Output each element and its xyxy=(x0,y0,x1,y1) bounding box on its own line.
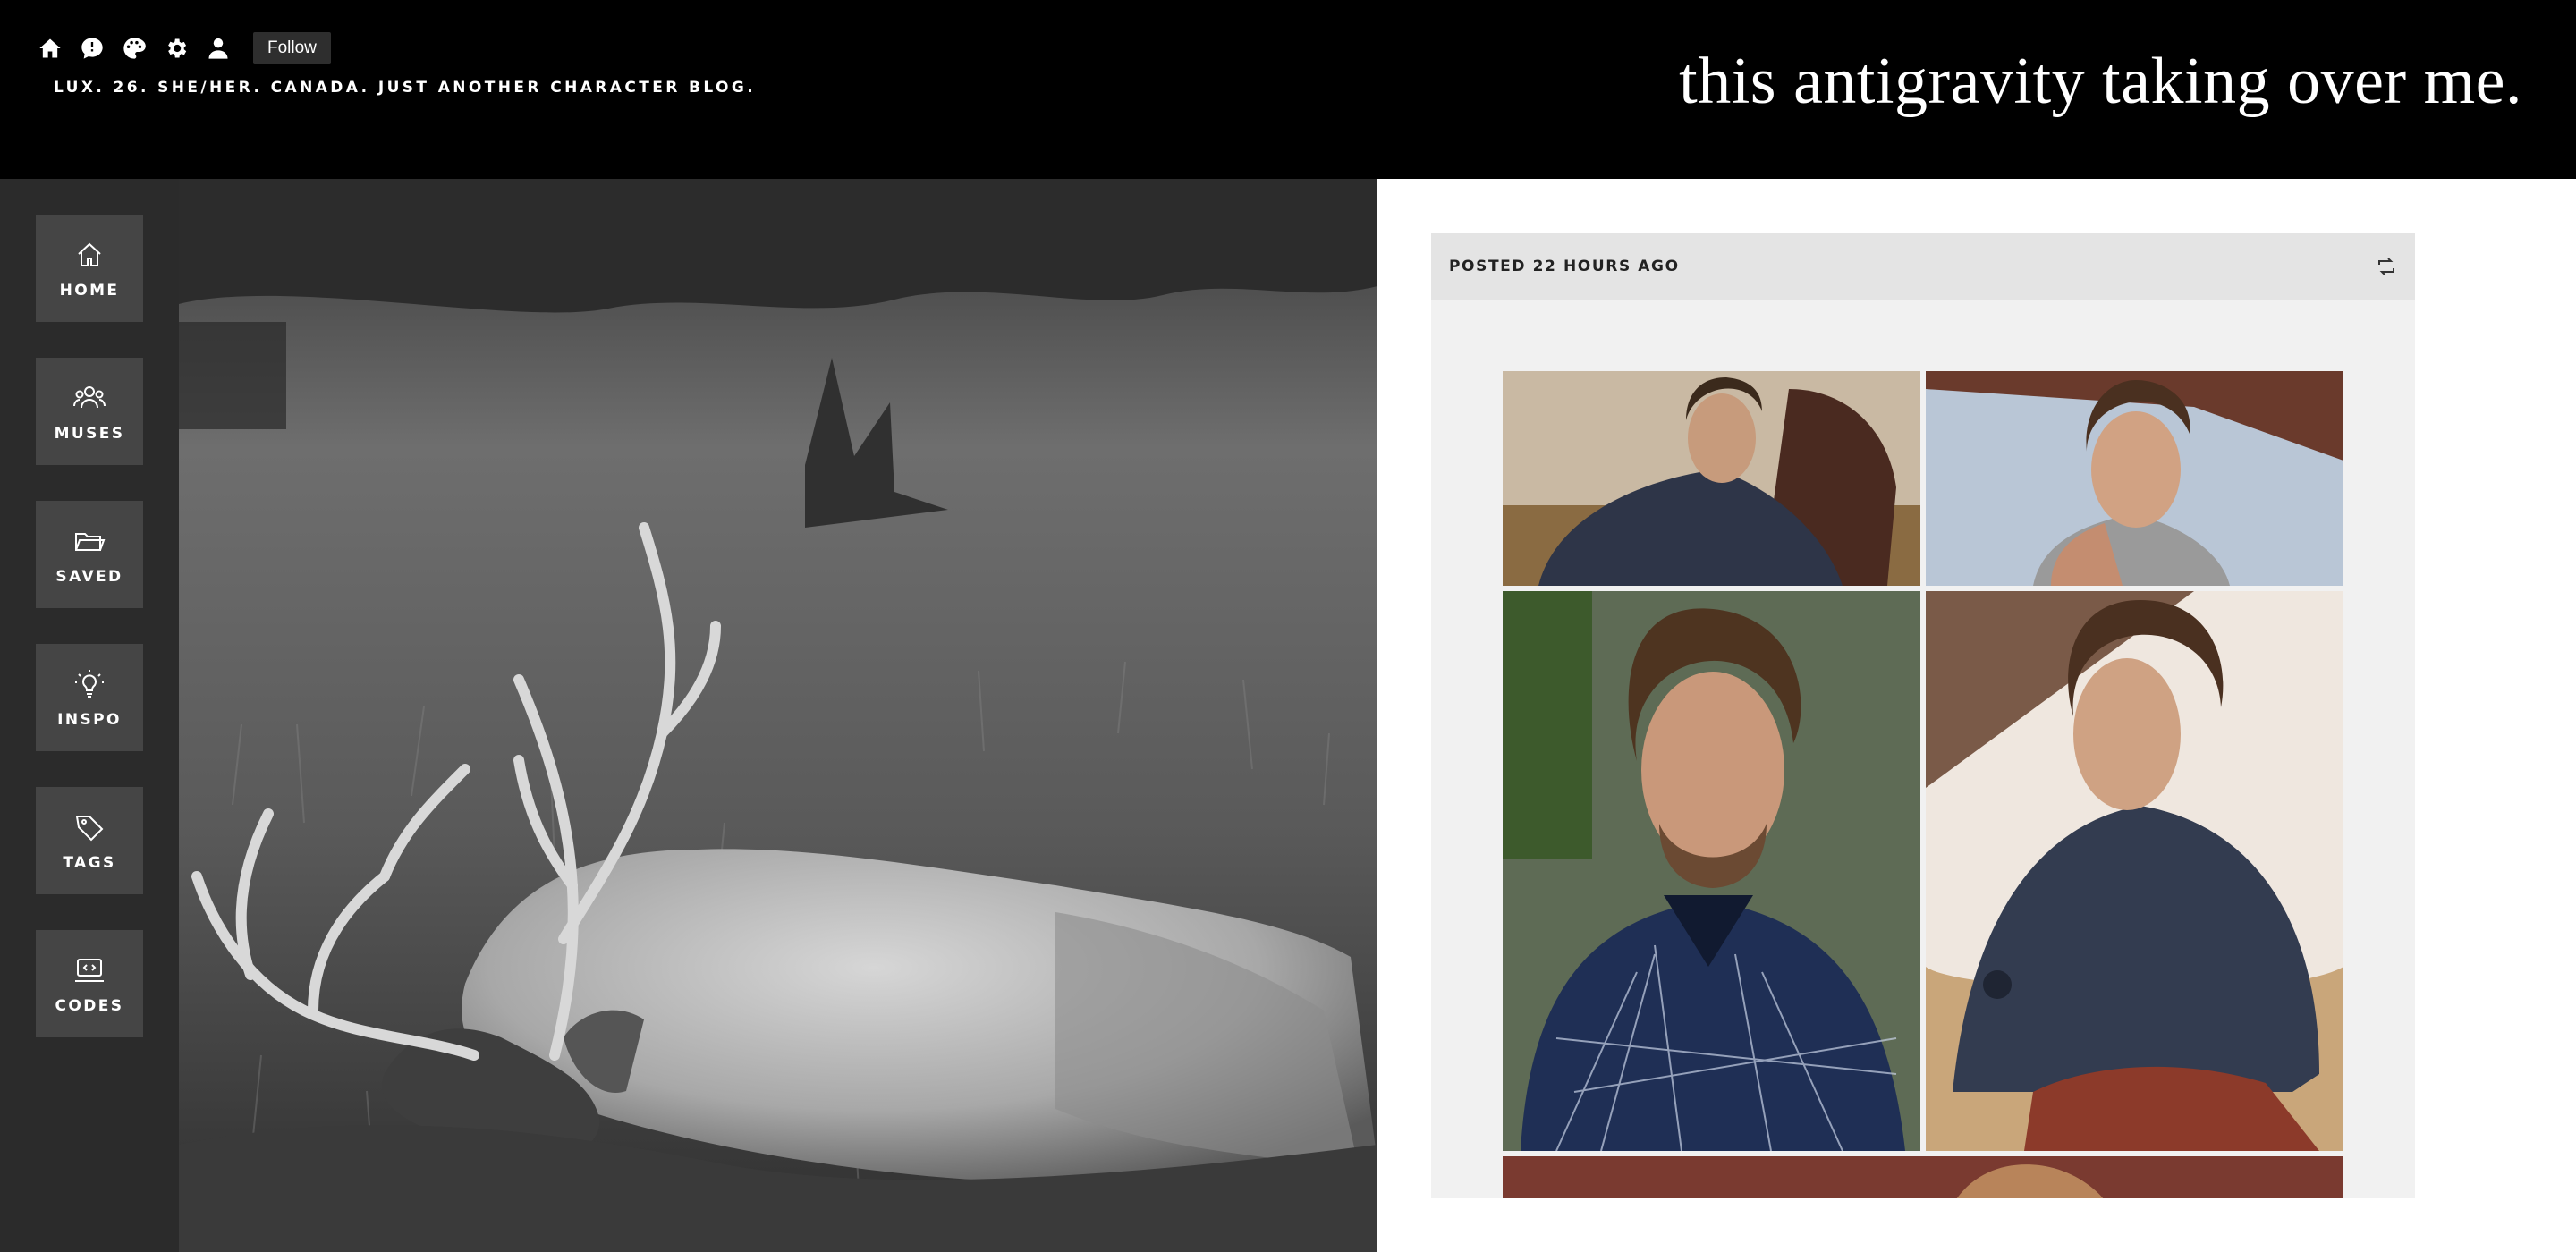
lightbulb-icon xyxy=(75,670,104,698)
sidebar-item-label: TAGS xyxy=(63,854,116,872)
sidebar-item-label: CODES xyxy=(55,997,124,1015)
sidebar-item-home[interactable]: HOME xyxy=(36,215,143,322)
palette-icon[interactable] xyxy=(120,34,148,63)
blog-header: Follow LUX. 26. SHE/HER. CANADA. JUST AN… xyxy=(0,0,2576,179)
blog-description: LUX. 26. SHE/HER. CANADA. JUST ANOTHER C… xyxy=(54,79,757,97)
follow-button[interactable]: Follow xyxy=(253,32,331,64)
user-icon[interactable] xyxy=(204,34,233,63)
sidebar-item-inspo[interactable]: INSPO xyxy=(36,644,143,751)
sidebar-item-label: MUSES xyxy=(54,425,125,443)
reblog-icon[interactable] xyxy=(2376,256,2397,277)
sidebar-item-label: SAVED xyxy=(55,568,123,586)
tag-icon xyxy=(75,816,104,842)
sidebar-item-label: HOME xyxy=(59,282,120,300)
sidebar-item-codes[interactable]: CODES xyxy=(36,930,143,1037)
post-header: POSTED 22 HOURS AGO xyxy=(1431,233,2415,300)
blog-toolbar: Follow xyxy=(36,30,331,66)
photoset-image[interactable] xyxy=(1503,591,1920,1151)
code-icon xyxy=(75,959,104,982)
users-icon xyxy=(73,386,106,409)
photoset-row xyxy=(1503,1156,2343,1198)
photoset-image[interactable] xyxy=(1926,371,2343,586)
home-icon[interactable] xyxy=(36,34,64,63)
photoset-row xyxy=(1503,591,2343,1151)
sidebar-item-muses[interactable]: MUSES xyxy=(36,358,143,465)
post: POSTED 22 HOURS AGO xyxy=(1431,233,2415,1198)
sidebar-item-saved[interactable]: SAVED xyxy=(36,501,143,608)
home-icon xyxy=(78,242,101,266)
settings-icon[interactable] xyxy=(162,34,191,63)
photoset-row xyxy=(1503,371,2343,586)
photoset xyxy=(1503,371,2343,1198)
post-timestamp[interactable]: POSTED 22 HOURS AGO xyxy=(1449,258,1680,275)
blog-title[interactable]: this antigravity taking over me. xyxy=(1679,48,2522,114)
header-image xyxy=(179,179,1377,1252)
sidebar-item-label: INSPO xyxy=(57,711,122,729)
sidebar-item-tags[interactable]: TAGS xyxy=(36,787,143,894)
ask-icon[interactable] xyxy=(78,34,106,63)
sidebar-nav: HOME MUSES SAVED INSPO TAGS CODES xyxy=(0,179,179,1252)
photoset-image[interactable] xyxy=(1503,1156,2343,1198)
elk-photo xyxy=(179,179,1377,1252)
photoset-image[interactable] xyxy=(1926,591,2343,1151)
photoset-image[interactable] xyxy=(1503,371,1920,586)
folder-icon xyxy=(75,533,106,551)
